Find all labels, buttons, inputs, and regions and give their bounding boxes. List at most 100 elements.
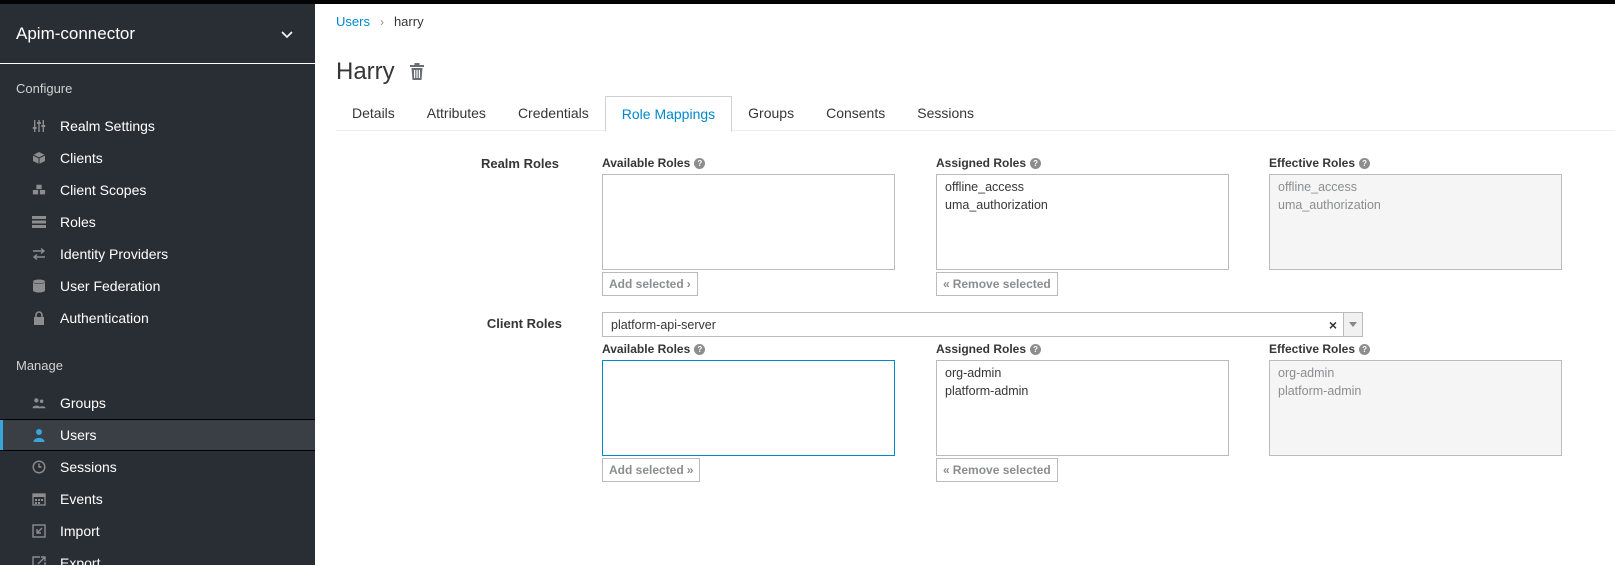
client-assigned-roles-label: Assigned Roles?	[936, 342, 1042, 356]
sidebar-item-label: Import	[60, 523, 100, 539]
list-icon	[32, 215, 46, 229]
client-select-value: platform-api-server	[611, 317, 716, 332]
client-effective-roles-label: Effective Roles?	[1269, 342, 1371, 356]
clear-icon[interactable]: ×	[1323, 317, 1343, 333]
realm-available-roles-list[interactable]	[602, 174, 895, 270]
client-available-roles-label: Available Roles?	[602, 342, 706, 356]
client-available-roles-text: Available Roles	[602, 342, 691, 356]
sliders-icon	[32, 119, 46, 133]
sidebar-item-realm-settings[interactable]: Realm Settings	[0, 110, 315, 142]
list-item[interactable]: offline_access	[945, 178, 1220, 196]
chevron-down-icon	[281, 30, 293, 38]
cube-icon	[32, 151, 46, 165]
breadcrumb-separator-icon: ›	[379, 14, 384, 29]
realm-add-selected-button[interactable]: Add selected ›	[602, 272, 698, 296]
double-chevron-left-icon: «	[943, 277, 950, 291]
realm-assigned-roles-text: Assigned Roles	[936, 156, 1027, 170]
sidebar-item-label: Roles	[60, 214, 96, 230]
page-title: Harry	[336, 58, 425, 86]
list-item[interactable]: org-admin	[945, 364, 1220, 382]
client-assigned-roles-list[interactable]: org-admin platform-admin	[936, 360, 1229, 456]
sidebar-item-label: Realm Settings	[60, 118, 155, 134]
realm-effective-roles-text: Effective Roles	[1269, 156, 1356, 170]
realm-effective-roles-list: offline_access uma_authorization	[1269, 174, 1562, 270]
client-effective-roles-list: org-admin platform-admin	[1269, 360, 1562, 456]
client-roles-label: Client Roles	[486, 316, 562, 331]
help-icon[interactable]: ?	[1359, 157, 1371, 169]
sidebar-item-export[interactable]: Export	[0, 547, 315, 565]
page-title-text: Harry	[336, 58, 395, 85]
tab-groups[interactable]: Groups	[732, 96, 810, 131]
sidebar-item-label: Users	[60, 427, 97, 443]
list-item[interactable]: uma_authorization	[945, 196, 1220, 214]
users-icon	[32, 396, 46, 410]
tab-credentials[interactable]: Credentials	[502, 96, 605, 131]
help-icon[interactable]: ?	[694, 343, 706, 355]
chevron-right-icon: ›	[686, 277, 691, 291]
realm-assigned-roles-list[interactable]: offline_access uma_authorization	[936, 174, 1229, 270]
sidebar-item-sessions[interactable]: Sessions	[0, 451, 315, 483]
help-icon[interactable]: ?	[1030, 157, 1042, 169]
breadcrumb: Users › harry	[336, 14, 424, 29]
sidebar-item-user-federation[interactable]: User Federation	[0, 270, 315, 302]
realm-remove-selected-label: Remove selected	[952, 277, 1051, 291]
help-icon[interactable]: ?	[694, 157, 706, 169]
realm-available-roles-text: Available Roles	[602, 156, 691, 170]
user-icon	[32, 428, 46, 442]
client-remove-selected-button[interactable]: «Remove selected	[936, 458, 1058, 482]
calendar-icon	[32, 492, 46, 506]
client-effective-roles-text: Effective Roles	[1269, 342, 1356, 356]
double-chevron-left-icon: «	[943, 463, 950, 477]
sidebar-item-label: Export	[60, 555, 101, 565]
sidebar-item-groups[interactable]: Groups	[0, 387, 315, 419]
help-icon[interactable]: ?	[1359, 343, 1371, 355]
clock-icon	[32, 460, 46, 474]
export-icon	[32, 556, 46, 565]
realm-name: Apim-connector	[16, 23, 136, 43]
realm-add-selected-label: Add selected	[609, 277, 684, 291]
client-add-selected-button[interactable]: Add selected»	[602, 458, 701, 482]
realm-available-roles-label: Available Roles?	[602, 156, 706, 170]
sidebar-item-roles[interactable]: Roles	[0, 206, 315, 238]
list-item: offline_access	[1278, 180, 1357, 194]
list-item: org-admin	[1278, 366, 1335, 380]
trash-icon[interactable]	[409, 63, 425, 81]
breadcrumb-users-link[interactable]: Users	[336, 14, 370, 29]
dropdown-arrow-icon[interactable]	[1343, 313, 1362, 336]
list-item: platform-admin	[1278, 384, 1362, 398]
sidebar-item-label: Client Scopes	[60, 182, 147, 198]
sidebar-item-clients[interactable]: Clients	[0, 142, 315, 174]
realm-selector[interactable]: Apim-connector	[0, 4, 315, 64]
sidebar-item-authentication[interactable]: Authentication	[0, 302, 315, 334]
client-select[interactable]: platform-api-server ×	[602, 312, 1363, 337]
sidebar-item-import[interactable]: Import	[0, 515, 315, 547]
main-content: Users › harry Harry Details Attributes Cre…	[315, 4, 1615, 565]
sidebar-item-label: Events	[60, 491, 103, 507]
tab-consents[interactable]: Consents	[810, 96, 901, 131]
tab-sessions[interactable]: Sessions	[901, 96, 990, 131]
lock-icon	[32, 311, 46, 325]
sidebar-item-label: Sessions	[60, 459, 117, 475]
cubes-icon	[32, 183, 46, 197]
realm-roles-label: Realm Roles	[480, 156, 559, 171]
import-icon	[32, 524, 46, 538]
tab-details[interactable]: Details	[336, 96, 411, 131]
database-icon	[32, 279, 46, 293]
sidebar-item-label: User Federation	[60, 278, 161, 294]
section-manage: Manage	[16, 358, 63, 373]
sidebar-item-events[interactable]: Events	[0, 483, 315, 515]
client-assigned-roles-text: Assigned Roles	[936, 342, 1027, 356]
sidebar-item-client-scopes[interactable]: Client Scopes	[0, 174, 315, 206]
sidebar-item-identity-providers[interactable]: Identity Providers	[0, 238, 315, 270]
list-item[interactable]: platform-admin	[945, 382, 1220, 400]
realm-effective-roles-label: Effective Roles?	[1269, 156, 1371, 170]
help-icon[interactable]: ?	[1030, 343, 1042, 355]
tab-attributes[interactable]: Attributes	[411, 96, 502, 131]
sidebar: Apim-connector Configure Realm Settings C…	[0, 4, 315, 565]
realm-remove-selected-button[interactable]: «Remove selected	[936, 272, 1058, 296]
tab-role-mappings[interactable]: Role Mappings	[604, 96, 733, 132]
sidebar-item-label: Authentication	[60, 310, 149, 326]
client-available-roles-list[interactable]	[602, 360, 895, 456]
sidebar-item-users[interactable]: Users	[0, 419, 315, 451]
list-item: uma_authorization	[1278, 198, 1381, 212]
